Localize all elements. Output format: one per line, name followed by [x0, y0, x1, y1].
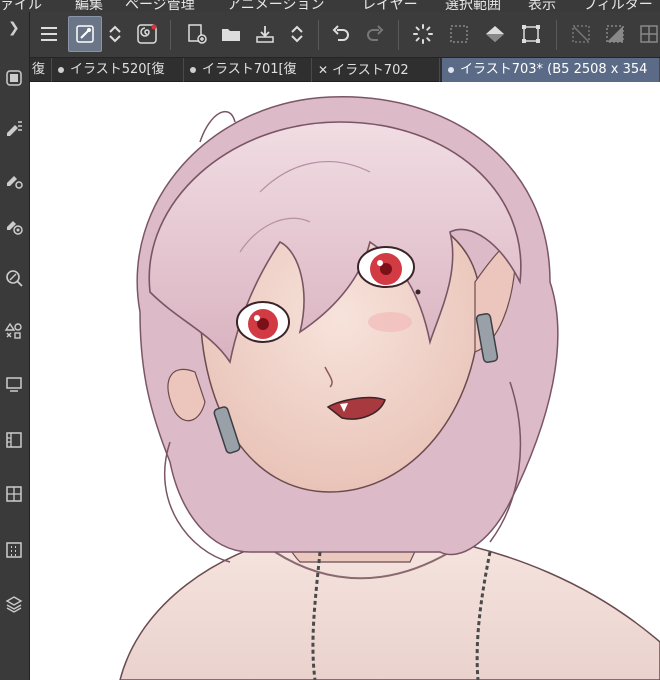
menu-edit[interactable]: 編集: [75, 0, 103, 12]
navigator-icon[interactable]: [2, 266, 26, 290]
close-icon[interactable]: ✕: [318, 63, 328, 77]
tab-document-4[interactable]: ✕ イラスト702: [312, 58, 440, 82]
tab-label: 復: [32, 62, 46, 77]
chevron-right-icon[interactable]: ❯: [8, 20, 20, 36]
layer-icon[interactable]: [2, 66, 26, 90]
tab-document-2[interactable]: イラスト520[復: [52, 58, 184, 82]
tab-label: イラスト520[復: [70, 62, 165, 77]
drawing-canvas[interactable]: [30, 82, 660, 680]
menu-filter[interactable]: フィルター: [583, 0, 653, 12]
export-icon[interactable]: [248, 16, 282, 52]
invert-selection-icon[interactable]: [598, 16, 632, 52]
up-down-icon[interactable]: [282, 16, 312, 52]
fill-icon[interactable]: [478, 16, 512, 52]
layers-stack-icon[interactable]: [2, 592, 26, 616]
timeline-icon[interactable]: [2, 428, 26, 452]
loading-icon[interactable]: [406, 16, 440, 52]
undo-icon[interactable]: [324, 16, 358, 52]
menu-icon[interactable]: [32, 16, 66, 52]
tool-property-icon[interactable]: [2, 168, 26, 192]
main-toolbar: [0, 12, 660, 58]
menu-page[interactable]: ページ管理: [125, 0, 195, 12]
transform-icon[interactable]: [514, 16, 548, 52]
tab-label: イラスト703* (B5 2508 x 354: [460, 62, 648, 77]
menu-animation[interactable]: アニメーション: [227, 0, 324, 12]
clear-selection-icon[interactable]: [564, 16, 598, 52]
sub-tool-icon[interactable]: [2, 116, 26, 140]
left-palette: ❯: [0, 12, 30, 680]
tab-document-active[interactable]: イラスト703* (B5 2508 x 354: [442, 58, 660, 82]
material-icon[interactable]: [2, 318, 26, 342]
open-folder-icon[interactable]: [214, 16, 248, 52]
unsaved-dot-icon: [448, 66, 454, 73]
tab-label: イラスト702: [332, 63, 409, 78]
up-down-icon[interactable]: [100, 16, 130, 52]
spiral-icon[interactable]: [130, 16, 164, 52]
tab-label: イラスト701[復: [202, 62, 297, 77]
pen-settings-icon[interactable]: [68, 16, 102, 52]
tab-document-3[interactable]: イラスト701[復: [184, 58, 312, 82]
grid-icon[interactable]: [632, 16, 660, 52]
menu-view[interactable]: 表示: [528, 0, 556, 12]
brush-size-icon[interactable]: [2, 214, 26, 238]
unsaved-dot-icon: [58, 66, 64, 73]
menu-selection[interactable]: 選択範囲: [445, 0, 501, 12]
redo-icon[interactable]: [358, 16, 392, 52]
unsaved-dot-icon: [190, 66, 196, 73]
new-page-icon[interactable]: [180, 16, 214, 52]
illustration-artwork: [119, 96, 660, 680]
tab-document-1[interactable]: 復: [30, 58, 52, 82]
select-all-icon[interactable]: [442, 16, 476, 52]
layer-property-icon[interactable]: [2, 482, 26, 506]
menu-file[interactable]: ァイル: [0, 0, 42, 12]
monitor-icon[interactable]: [2, 372, 26, 396]
grid-palette-icon[interactable]: [2, 538, 26, 562]
menu-layer[interactable]: レイヤー: [362, 0, 418, 12]
document-tabs: 復 イラスト520[復 イラスト701[復 ✕ イラスト702 イラスト703* …: [30, 58, 660, 82]
menu-bar: ァイル 編集 ページ管理 アニメーション レイヤー 選択範囲 表示 フィルター: [0, 0, 660, 12]
